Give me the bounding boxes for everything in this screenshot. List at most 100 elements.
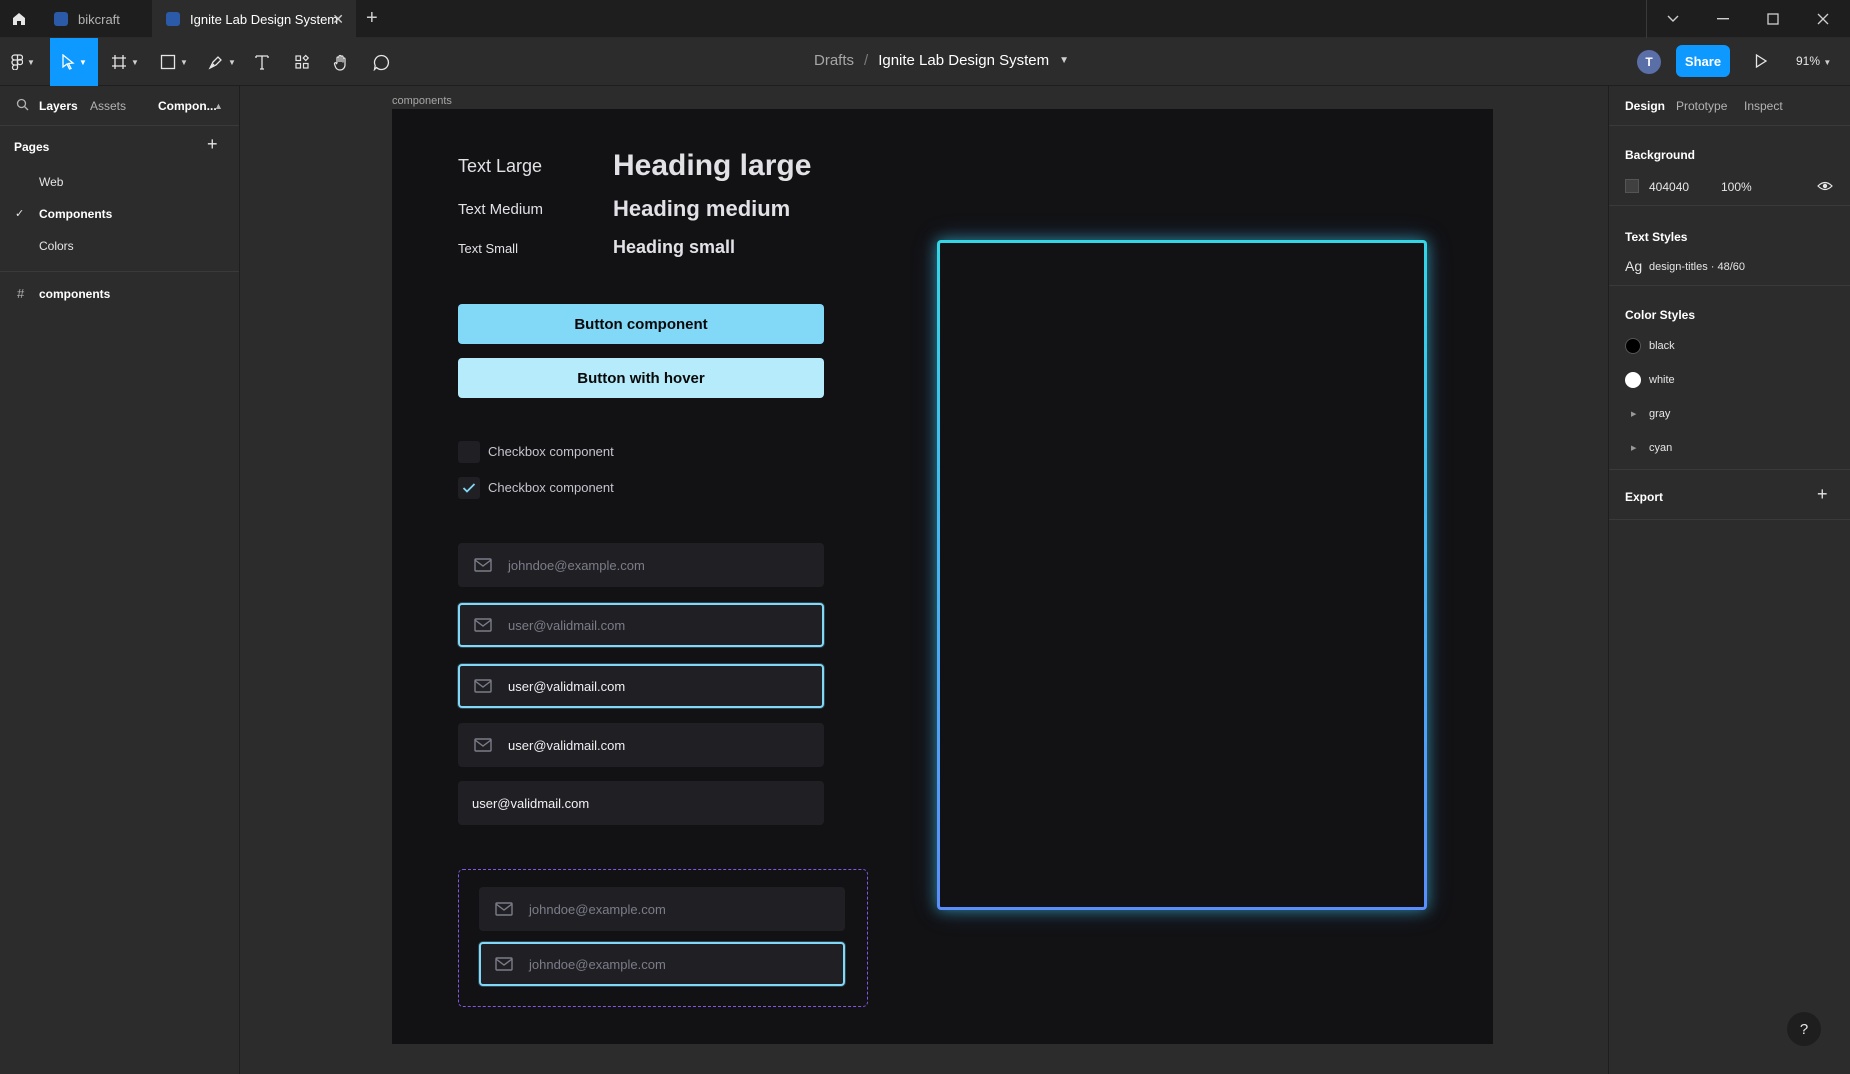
page-item-components[interactable]: ✓ Components bbox=[0, 198, 239, 230]
background-section: Background 404040 100% bbox=[1609, 126, 1850, 206]
chevron-down-icon: ▼ bbox=[1823, 58, 1832, 67]
button-hover[interactable]: Button with hover bbox=[458, 358, 824, 398]
home-icon bbox=[13, 13, 25, 25]
background-opacity[interactable]: 100% bbox=[1721, 180, 1752, 194]
play-icon bbox=[1755, 54, 1767, 68]
background-hex[interactable]: 404040 bbox=[1649, 180, 1689, 194]
tab-label: Ignite Lab Design System bbox=[190, 11, 339, 27]
cursor-icon bbox=[62, 54, 75, 70]
mail-icon bbox=[474, 738, 492, 752]
export-title: Export bbox=[1625, 490, 1664, 504]
chevron-up-icon[interactable]: ▲ bbox=[214, 101, 223, 111]
checkbox-unchecked[interactable] bbox=[458, 441, 480, 463]
tab-components-page[interactable]: Compon... bbox=[158, 99, 217, 113]
divider bbox=[0, 271, 239, 272]
export-section: Export + bbox=[1609, 470, 1850, 520]
input-value: user@validmail.com bbox=[508, 737, 626, 753]
text-style-item[interactable]: design-titles · 48/60 bbox=[1649, 261, 1745, 273]
shape-tool[interactable]: ▼ bbox=[154, 38, 194, 86]
chevron-down-icon[interactable] bbox=[1648, 0, 1698, 38]
input-placeholder: johndoe@example.com bbox=[529, 901, 666, 917]
email-input-default[interactable]: johndoe@example.com bbox=[458, 543, 824, 587]
components-frame[interactable]: Text Large Heading large Text Medium Hea… bbox=[392, 109, 1493, 1044]
color-swatch-black[interactable] bbox=[1625, 338, 1641, 354]
layer-item-components[interactable]: # components bbox=[0, 278, 239, 310]
chevron-down-icon: ▼ bbox=[180, 57, 188, 67]
tab-inspect[interactable]: Inspect bbox=[1744, 99, 1783, 113]
share-button[interactable]: Share bbox=[1676, 45, 1730, 77]
home-button[interactable] bbox=[0, 0, 38, 38]
color-swatch-white[interactable] bbox=[1625, 372, 1641, 388]
text-medium-label: Text Medium bbox=[458, 201, 544, 218]
page-item-web[interactable]: Web bbox=[0, 166, 239, 198]
main-menu-button[interactable]: ▼ bbox=[4, 38, 42, 86]
check-icon: ✓ bbox=[15, 208, 25, 220]
color-styles-title: Color Styles bbox=[1625, 308, 1696, 322]
input-placeholder: user@validmail.com bbox=[508, 617, 626, 633]
figma-file-icon bbox=[166, 12, 180, 26]
layer-label: components bbox=[39, 287, 111, 301]
page-item-colors[interactable]: Colors bbox=[0, 230, 239, 262]
hand-icon bbox=[333, 54, 346, 71]
checkbox-label: Checkbox component bbox=[488, 480, 614, 495]
move-tool[interactable]: ▼ bbox=[50, 38, 98, 86]
email-input-default[interactable]: johndoe@example.com bbox=[479, 887, 845, 931]
tab-ignite-lab[interactable]: Ignite Lab Design System ✕ bbox=[152, 0, 356, 38]
text-tool[interactable] bbox=[250, 38, 274, 86]
color-group-cyan[interactable]: cyan bbox=[1649, 442, 1672, 454]
expand-triangle-icon[interactable]: ▶ bbox=[1631, 410, 1636, 418]
email-input-focus[interactable]: johndoe@example.com bbox=[479, 942, 845, 986]
search-icon[interactable] bbox=[16, 98, 29, 114]
maximize-icon[interactable] bbox=[1748, 0, 1798, 38]
close-tab-icon[interactable]: ✕ bbox=[332, 11, 344, 28]
expand-triangle-icon[interactable]: ▶ bbox=[1631, 444, 1636, 452]
tab-layers[interactable]: Layers bbox=[39, 99, 78, 113]
email-input-filled-focus[interactable]: user@validmail.com bbox=[458, 664, 824, 708]
chevron-down-icon: ▼ bbox=[79, 57, 87, 67]
rectangle-icon bbox=[160, 54, 176, 70]
zoom-dropdown[interactable]: 91% ▼ bbox=[1796, 54, 1831, 68]
chevron-down-icon: ▼ bbox=[131, 57, 139, 67]
minimize-icon[interactable] bbox=[1698, 0, 1748, 38]
color-style-white[interactable]: white bbox=[1649, 374, 1675, 386]
eye-icon[interactable] bbox=[1817, 179, 1833, 197]
comment-tool[interactable] bbox=[369, 38, 393, 86]
pen-tool[interactable]: ▼ bbox=[202, 38, 242, 86]
tab-prototype[interactable]: Prototype bbox=[1676, 99, 1727, 113]
background-swatch[interactable] bbox=[1625, 179, 1639, 193]
email-input-focus[interactable]: user@validmail.com bbox=[458, 603, 824, 647]
checkbox-checked[interactable] bbox=[458, 477, 480, 499]
close-window-icon[interactable] bbox=[1798, 0, 1848, 38]
hand-tool[interactable] bbox=[329, 38, 353, 86]
comment-icon bbox=[373, 54, 389, 71]
add-export-button[interactable]: + bbox=[1817, 484, 1828, 505]
help-button[interactable]: ? bbox=[1787, 1012, 1821, 1046]
input-placeholder: johndoe@example.com bbox=[508, 557, 645, 573]
email-input-filled[interactable]: user@validmail.com bbox=[458, 723, 824, 767]
tab-bikcraft[interactable]: bikcraft bbox=[40, 0, 152, 38]
gradient-border-box[interactable] bbox=[937, 240, 1427, 910]
chevron-down-icon[interactable]: ▼ bbox=[1059, 55, 1069, 66]
present-button[interactable] bbox=[1750, 50, 1772, 72]
frame-label[interactable]: components bbox=[392, 95, 452, 107]
color-group-gray[interactable]: gray bbox=[1649, 408, 1670, 420]
breadcrumb-drafts[interactable]: Drafts bbox=[814, 52, 854, 69]
mail-icon bbox=[474, 558, 492, 572]
file-name[interactable]: Ignite Lab Design System bbox=[878, 52, 1049, 69]
text-input-no-icon[interactable]: user@validmail.com bbox=[458, 781, 824, 825]
text-icon bbox=[255, 55, 269, 70]
page-label: Components bbox=[39, 207, 113, 221]
avatar[interactable]: T bbox=[1637, 50, 1661, 74]
add-page-button[interactable]: + bbox=[207, 134, 218, 155]
frame-tool[interactable]: ▼ bbox=[106, 38, 144, 86]
tab-assets[interactable]: Assets bbox=[90, 99, 126, 113]
color-style-black[interactable]: black bbox=[1649, 340, 1675, 352]
frame-icon: # bbox=[17, 286, 25, 301]
button-component[interactable]: Button component bbox=[458, 304, 824, 344]
heading-medium: Heading medium bbox=[613, 196, 791, 221]
input-variants-group[interactable]: johndoe@example.com johndoe@example.com bbox=[458, 869, 868, 1007]
resources-tool[interactable] bbox=[290, 38, 314, 86]
tab-design[interactable]: Design bbox=[1625, 99, 1665, 113]
new-tab-button[interactable]: + bbox=[366, 8, 378, 28]
checkbox-label: Checkbox component bbox=[488, 444, 614, 459]
